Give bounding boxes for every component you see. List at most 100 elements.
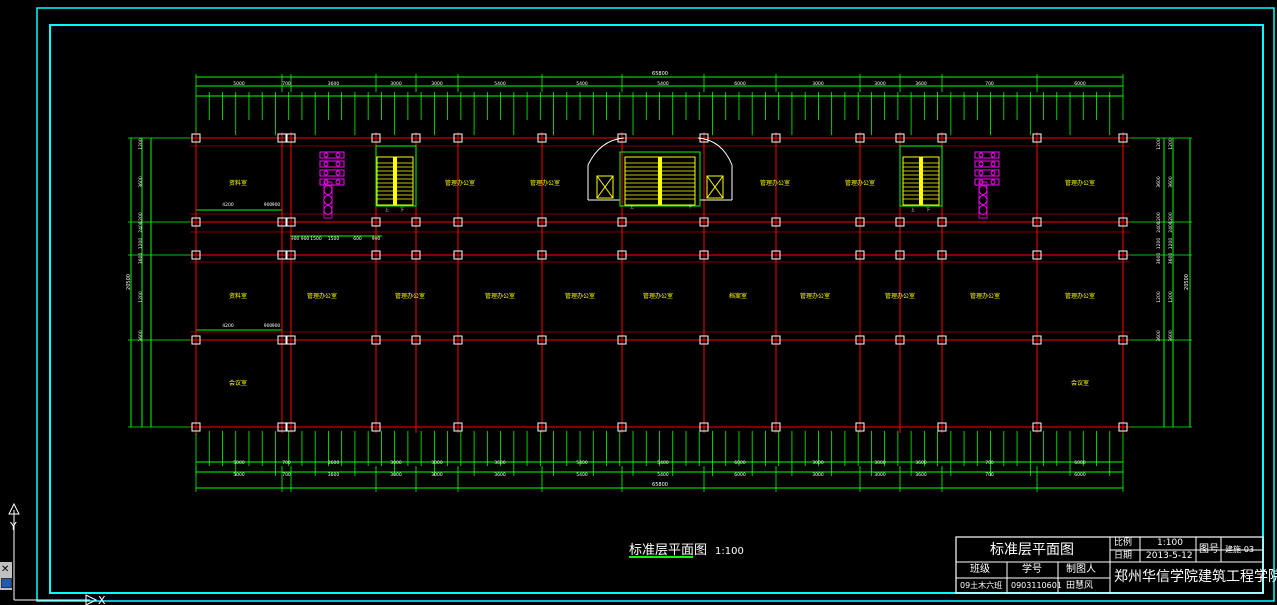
- room-label: 管理办公室: [395, 292, 425, 300]
- viewport-control-icon[interactable]: ✕: [0, 562, 12, 590]
- dimension-text: 5400: [576, 472, 588, 478]
- dimension-text: 3600: [915, 460, 927, 466]
- dimension-text: 6000: [734, 460, 746, 466]
- dimension-text: 2400: [138, 221, 144, 233]
- dimension-text: 6000: [734, 81, 746, 87]
- urinal-bowl: [323, 170, 329, 176]
- dimension-text: 4200: [222, 202, 234, 208]
- dimension-text: 3000: [812, 472, 824, 478]
- dimension-text: 3600: [494, 460, 506, 466]
- dimension-text: 3600: [1168, 253, 1174, 265]
- room-label: 管理办公室: [1065, 292, 1095, 300]
- svg-text:X: X: [98, 594, 106, 605]
- dimension-text: 2400: [1156, 221, 1162, 233]
- dimension-text: 600: [353, 236, 362, 242]
- dimension-text: 3000: [812, 81, 824, 87]
- dimension-text: 1200: [1156, 138, 1162, 150]
- dimension-text: 900: [301, 236, 310, 242]
- dimension-text: 3600: [1168, 330, 1174, 342]
- dimension-text: 1200: [1168, 291, 1174, 303]
- urinal-bowl: [323, 152, 329, 158]
- urinal-bowl: [335, 152, 341, 158]
- dimension-text: 700: [985, 472, 994, 478]
- dimension-text: 5400: [657, 472, 669, 478]
- dimension-text: 1200: [1156, 291, 1162, 303]
- stair-label: 上: [630, 203, 634, 209]
- room-label: 会议室: [229, 379, 247, 387]
- tb-id-value: 0903110601: [1011, 581, 1062, 590]
- dimension-text: 3600: [138, 253, 144, 265]
- dimension-text: 3600: [915, 472, 927, 478]
- dimension-text: 2400: [1168, 221, 1174, 233]
- tb-date-label: 日期: [1114, 551, 1133, 561]
- dimension-text: 4200: [222, 323, 234, 329]
- tb-date-value: 2013-5-12: [1146, 551, 1193, 561]
- stair-label: 下: [400, 207, 404, 212]
- tb-class-value: 09土木六班: [960, 581, 1003, 590]
- tb-school: 郑州华信学院建筑工程学院: [1114, 569, 1277, 585]
- room-label: 管理办公室: [565, 292, 595, 300]
- toilet-bowl: [978, 195, 988, 205]
- stair-label: 下: [926, 207, 930, 212]
- room-label: 管理办公室: [485, 292, 515, 300]
- dimension-text: 5400: [576, 81, 588, 87]
- dimension-text: 900: [272, 202, 281, 208]
- caption-scale: 1:100: [715, 546, 744, 557]
- dimension-text: 20500: [1184, 274, 1190, 290]
- dimension-text: 700: [282, 472, 291, 478]
- tb-drafter-label: 制图人: [1066, 564, 1096, 575]
- tb-id-label: 学号: [1022, 564, 1042, 575]
- dimension-text: 5000: [233, 460, 245, 466]
- room-label: 资料室: [229, 179, 247, 187]
- dimension-text: 700: [985, 460, 994, 466]
- stair-handrail: [919, 157, 923, 205]
- toilet-bowl: [323, 195, 333, 205]
- dimension-text: 3000: [390, 81, 402, 87]
- stair-label: 上: [911, 206, 915, 212]
- room-label: 管理办公室: [307, 292, 337, 300]
- room-label: 资料室: [229, 292, 247, 300]
- dimension-text: 3600: [138, 330, 144, 342]
- dimension-text: 900: [291, 236, 300, 242]
- toilet-bowl: [978, 185, 988, 195]
- dimension-text: 65800: [652, 482, 668, 488]
- dimension-text: 6000: [734, 472, 746, 478]
- urinal-bowl: [978, 161, 984, 167]
- tb-scale-label: 比例: [1114, 538, 1133, 548]
- toilet-bowl: [323, 185, 333, 195]
- dimension-text: 3600: [1156, 253, 1162, 265]
- dimension-text: 700: [282, 81, 291, 87]
- dimension-text: 3600: [328, 460, 340, 466]
- cad-drawing-canvas[interactable]: 65800 65800 5000 700 3600 3000 3000 5400 5400 540…: [0, 0, 1277, 605]
- dimension-text: 3000: [390, 460, 402, 466]
- urinal-bowl: [990, 161, 996, 167]
- room-label: 档案室: [729, 292, 747, 300]
- tb-drawing-name: 标准层平面图: [990, 542, 1074, 558]
- dimension-text: 20500: [126, 274, 132, 290]
- dimension-text: 3000: [431, 81, 443, 87]
- urinal-bowl: [978, 152, 984, 158]
- stairwells: [375, 145, 943, 207]
- toilet-bowl: [323, 205, 333, 215]
- dimension-text: 1200: [1168, 238, 1174, 250]
- tb-sheet-value: 建施-03: [1225, 545, 1255, 554]
- dimension-text: 1200: [1156, 238, 1162, 250]
- room-label: 管理办公室: [530, 179, 560, 187]
- urinal-bowl: [335, 161, 341, 167]
- urinal-bowl: [323, 161, 329, 167]
- room-label: 管理办公室: [760, 179, 790, 187]
- urinal-bowl: [990, 179, 996, 185]
- dimension-text: 3600: [494, 472, 506, 478]
- stair-label: 下: [688, 204, 692, 209]
- tb-scale-value: 1:100: [1157, 538, 1183, 548]
- room-label: 管理办公室: [845, 179, 875, 187]
- dimension-text: 5400: [657, 460, 669, 466]
- caption-underline: [629, 556, 693, 558]
- dimension-text: 3600: [328, 472, 340, 478]
- dimension-text: 3000: [431, 460, 443, 466]
- toilet-stall: [323, 181, 333, 219]
- urinal-bowl: [990, 152, 996, 158]
- dimension-text: 3000: [874, 460, 886, 466]
- room-label: 管理办公室: [970, 292, 1000, 300]
- tb-drafter-value: 田慧风: [1066, 581, 1094, 591]
